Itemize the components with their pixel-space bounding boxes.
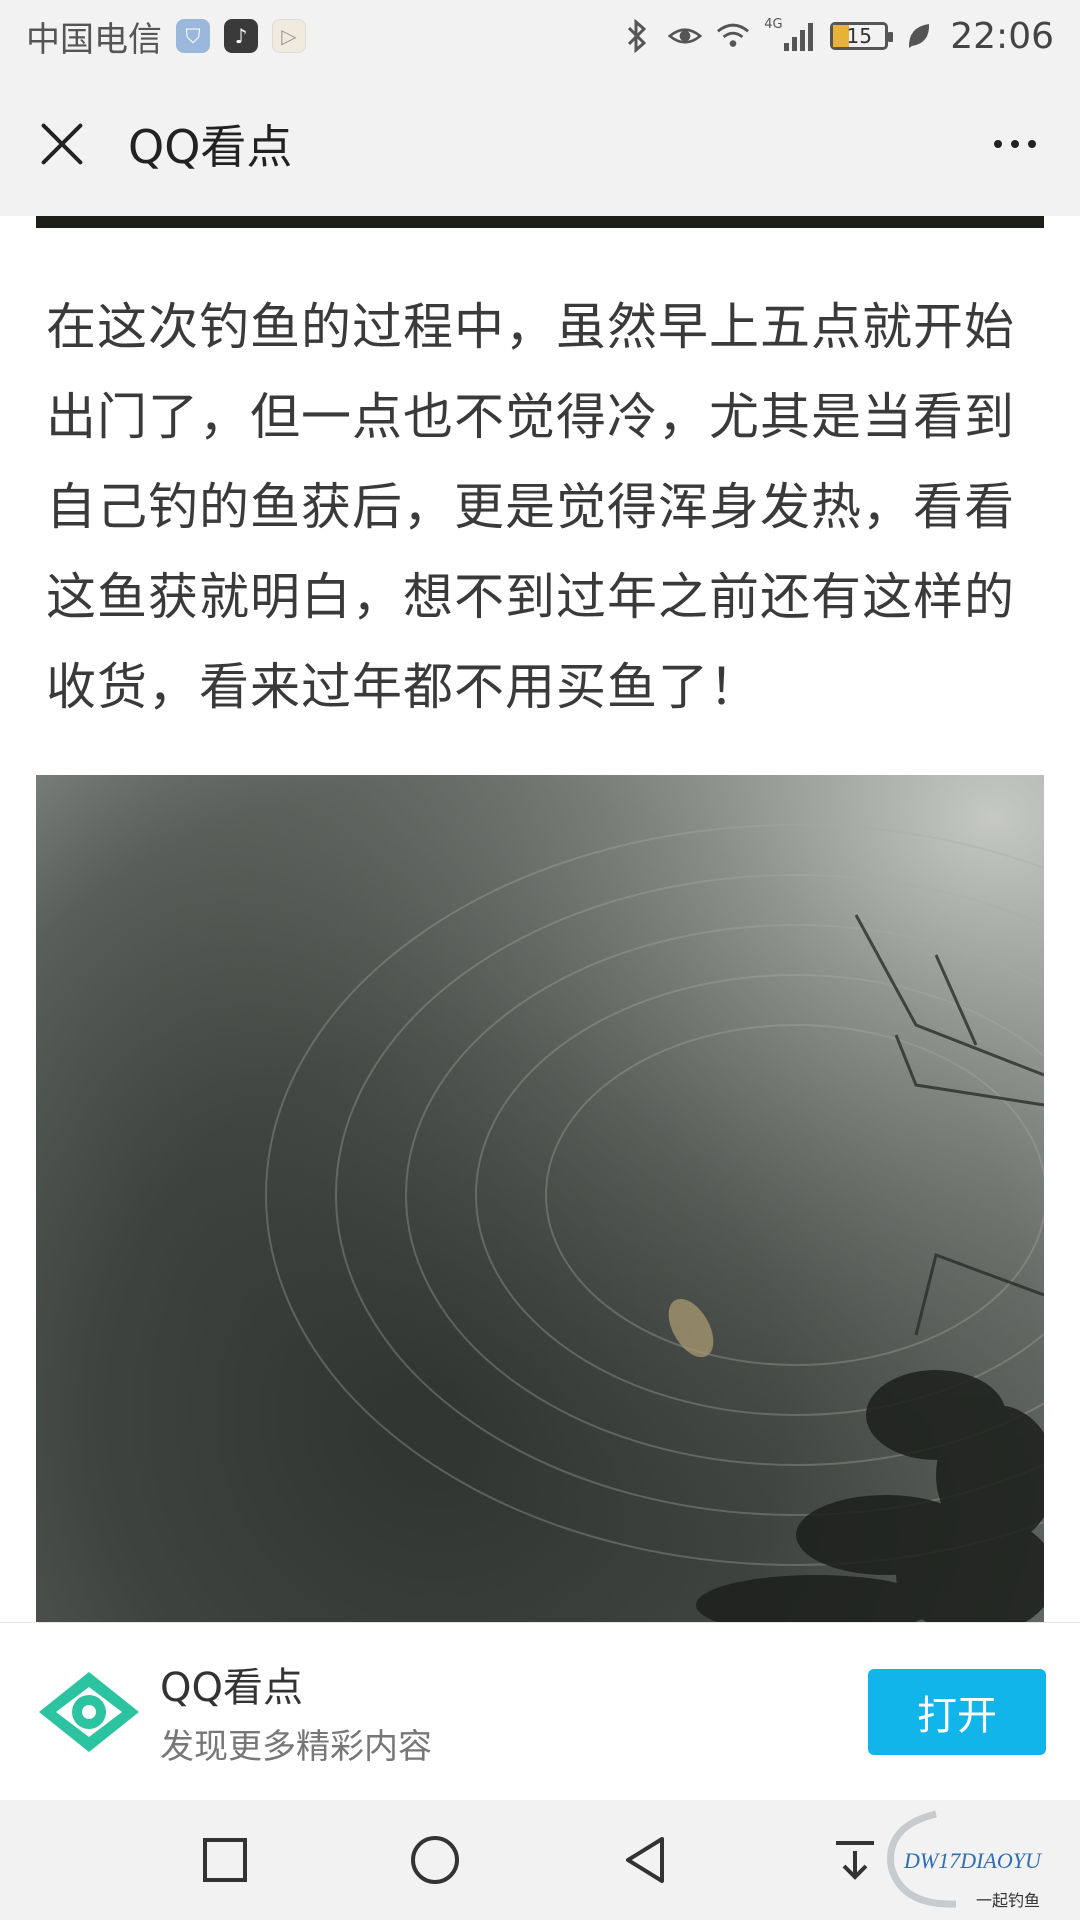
open-app-button[interactable]: 打开 bbox=[868, 1668, 1046, 1755]
battery-level: 15 bbox=[846, 24, 872, 48]
wifi-icon bbox=[716, 19, 750, 53]
bluetooth-icon bbox=[620, 19, 654, 53]
banner-text: QQ看点 发现更多精彩内容 bbox=[160, 1655, 432, 1768]
carrier-label: 中国电信 bbox=[26, 19, 162, 60]
article-paragraph: 在这次钓鱼的过程中，虽然早上五点就开始出门了，但一点也不觉得冷，尤其是当看到自己… bbox=[46, 298, 1015, 716]
top-nav: QQ看点 bbox=[0, 72, 1080, 216]
previous-image-edge bbox=[36, 216, 1044, 228]
shield-app-icon: ⛉ bbox=[176, 19, 210, 53]
banner-tagline: 发现更多精彩内容 bbox=[160, 1727, 432, 1767]
status-left: 中国电信 ⛉ ♪ ▷ bbox=[26, 12, 306, 61]
back-icon[interactable] bbox=[605, 1820, 685, 1900]
page-title: QQ看点 bbox=[128, 120, 293, 174]
leaf-icon bbox=[902, 19, 936, 53]
watermark-logo: DW17DIAOYU 一起钓鱼 bbox=[866, 1806, 1066, 1916]
watermark-text: DW17DIAOYU bbox=[903, 1848, 1043, 1873]
close-icon[interactable] bbox=[36, 118, 88, 170]
signal-icon: 4G bbox=[764, 17, 816, 53]
qq-kandian-logo-icon bbox=[39, 1671, 139, 1752]
banner-app-name: QQ看点 bbox=[160, 1665, 303, 1711]
article-photo[interactable] bbox=[36, 775, 1044, 1622]
status-right: 4G 15 22:06 bbox=[620, 16, 1054, 57]
recent-apps-icon[interactable] bbox=[185, 1820, 265, 1900]
watermark-sub-text: 一起钓鱼 bbox=[976, 1891, 1040, 1910]
battery-icon: 15 bbox=[830, 22, 894, 50]
tiktok-app-icon: ♪ bbox=[224, 19, 258, 53]
app-banner: QQ看点 发现更多精彩内容 打开 bbox=[0, 1622, 1080, 1800]
article-content[interactable]: 在这次钓鱼的过程中，虽然早上五点就开始出门了，但一点也不觉得冷，尤其是当看到自己… bbox=[0, 216, 1080, 1622]
status-bar: 中国电信 ⛉ ♪ ▷ 4G 15 22:06 bbox=[0, 0, 1080, 72]
eye-comfort-icon bbox=[668, 19, 703, 53]
network-type-label: 4G bbox=[764, 17, 783, 32]
home-icon[interactable] bbox=[395, 1820, 475, 1900]
video-app-icon: ▷ bbox=[272, 19, 306, 53]
clock: 22:06 bbox=[950, 15, 1054, 57]
more-icon[interactable] bbox=[986, 122, 1044, 166]
